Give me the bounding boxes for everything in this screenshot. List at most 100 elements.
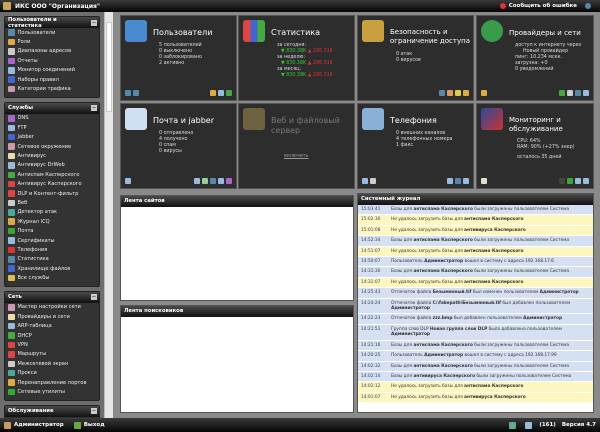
sidebar-item[interactable]: Телефония <box>5 245 99 254</box>
collapse-icon[interactable]: − <box>91 105 97 112</box>
sidebar-item[interactable]: Все службы <box>5 273 99 282</box>
sidebar-item[interactable]: Сертификаты <box>5 236 99 245</box>
journal-row[interactable]: 14:21:16 Базы для антиспама Касперского б… <box>358 340 593 352</box>
sidebar-item[interactable]: Маршруты <box>5 350 99 359</box>
sidebar-item[interactable]: Провайдеры и сети <box>5 312 99 321</box>
section-header[interactable]: Сеть − <box>5 291 99 303</box>
wizard-icon[interactable] <box>481 90 487 96</box>
logout-button[interactable]: Выход <box>84 422 105 428</box>
sidebar-item[interactable]: FTP <box>5 123 99 132</box>
sidebar-item[interactable]: Статистика <box>5 255 99 264</box>
key-icon[interactable] <box>210 90 216 96</box>
list-icon[interactable] <box>447 90 453 96</box>
fax-icon[interactable] <box>370 178 376 184</box>
journal-row[interactable]: 14:31:30 Базы для антиспама Касперского б… <box>358 267 593 278</box>
collapse-icon[interactable]: − <box>91 294 97 301</box>
journal-row[interactable]: 14:52:34 Базы для антиспама Касперского б… <box>358 236 593 247</box>
sidebar-item[interactable]: Категории трафика <box>5 84 99 93</box>
sidebar-item[interactable]: Сетевые утилиты <box>5 387 99 396</box>
block-icon[interactable] <box>455 178 461 184</box>
sidebar-item[interactable]: Сетевое окружение <box>5 142 99 151</box>
tile-users[interactable]: Пользователи 5 пользователей 0 выключено 0… <box>120 15 237 101</box>
tile-web[interactable]: Веб и файловый сервер включить <box>238 103 355 189</box>
section-header[interactable]: Службы − <box>5 102 99 114</box>
tile-statistics[interactable]: Статистика за сегодня: ▼ 830.38K ▲ 286.31… <box>238 15 355 101</box>
sidebar-item[interactable]: Межсетевой экран <box>5 359 99 368</box>
journal-row[interactable]: 14:02:32 Базы для антиспама Касперского б… <box>358 361 593 372</box>
sidebar-item[interactable]: Веб <box>5 198 99 207</box>
help-icon[interactable] <box>585 3 591 9</box>
sidebar-item[interactable]: Наборы правил <box>5 75 99 84</box>
sidebar-item[interactable]: Jabber <box>5 133 99 142</box>
tools-icon[interactable] <box>583 90 589 96</box>
section-header[interactable]: Обслуживание − <box>5 405 99 417</box>
tile-providers[interactable]: Провайдеры и сети доступ к интернету чер… <box>476 15 594 101</box>
sidebar-item[interactable]: Пользователи <box>5 28 99 37</box>
user-add-icon[interactable] <box>125 90 131 96</box>
messages-count[interactable]: (161) <box>539 422 556 428</box>
user-edit-icon[interactable] <box>133 90 139 96</box>
sidebar-item[interactable]: DLP и Контент-фильтр <box>5 189 99 198</box>
trunk-icon[interactable] <box>447 178 453 184</box>
journal-row[interactable]: 14:50:07 Пользователь Администратор вошел… <box>358 257 593 268</box>
tile-phone[interactable]: Телефония 0 внешних каналов 4 телефонных … <box>357 103 474 189</box>
journal-row[interactable]: 14:31:07 Не удалось загрузить базы для ан… <box>358 277 593 289</box>
network-icon[interactable] <box>559 90 565 96</box>
section-header[interactable]: Пользователи и статистика − <box>5 17 99 29</box>
sidebar-scrollbar[interactable] <box>104 12 113 418</box>
journal-row[interactable]: 14:24:24 Отпечаток файла C:\fakepath\Безы… <box>358 298 593 315</box>
sidebar-item[interactable]: Журнал ICQ <box>5 217 99 226</box>
sidebar-item[interactable]: Диапазоны адресов <box>5 47 99 56</box>
tile-monitor[interactable]: Мониторинг и обслуживание CPU: 64% RAM: 9… <box>476 103 594 189</box>
mail-queue-icon[interactable] <box>202 178 208 184</box>
sidebar-item[interactable]: Хранилище файлов <box>5 264 99 273</box>
update-icon[interactable] <box>567 178 573 184</box>
sidebar-item[interactable]: Почта <box>5 226 99 235</box>
journal-row[interactable]: 14:02:12 Не удалось загрузить базы для ан… <box>358 382 593 393</box>
log-icon[interactable] <box>481 178 487 184</box>
journal-row[interactable]: 15:01:08 Не удалось загрузить базы для ан… <box>358 225 593 237</box>
collapse-icon[interactable]: − <box>91 19 97 26</box>
sidebar-item[interactable]: Детектор атак <box>5 208 99 217</box>
journal-row[interactable]: 14:01:07 Не удалось загрузить базы для ан… <box>358 392 593 404</box>
sidebar-item[interactable]: VPN <box>5 340 99 349</box>
sidebar-item[interactable]: DHCP <box>5 331 99 340</box>
journal-row[interactable]: 14:02:14 Базы для антивируса Касперского … <box>358 371 593 383</box>
reboot-icon[interactable] <box>575 178 581 184</box>
firewall-icon[interactable] <box>455 90 461 96</box>
arp-icon[interactable] <box>567 90 573 96</box>
sidebar-item[interactable]: DNS <box>5 114 99 123</box>
sidebar-item[interactable]: Монитор соединений <box>5 66 99 75</box>
mail-send-icon[interactable] <box>194 178 200 184</box>
home-icon[interactable] <box>3 2 11 10</box>
tile-mail[interactable]: Почта и jabber 0 отправлено 4 получено 0 с… <box>120 103 237 189</box>
chat-icon[interactable] <box>218 178 224 184</box>
journal-row[interactable]: 14:22:23 Отпечаток файла zzz.bmp был доба… <box>358 314 593 325</box>
stats-icon[interactable] <box>226 178 232 184</box>
sidebar-item[interactable]: ARP-таблица <box>5 322 99 331</box>
sidebar-item[interactable]: Мастер настройки сети <box>5 303 99 312</box>
sidebar-item[interactable]: Отчеты <box>5 56 99 65</box>
journal-row[interactable]: 15:02:30 Не удалось загрузить базы для ан… <box>358 215 593 226</box>
scrollbar-thumb[interactable] <box>106 22 112 112</box>
journal-row[interactable]: 14:21:51 Группа слов DLP Новая группа сло… <box>358 324 593 341</box>
collapse-icon[interactable]: − <box>91 408 97 415</box>
phone-book-icon[interactable] <box>362 178 368 184</box>
add-icon[interactable] <box>226 90 232 96</box>
backup-icon[interactable] <box>559 178 565 184</box>
sidebar-item[interactable]: Роли <box>5 37 99 46</box>
book-icon[interactable] <box>463 178 469 184</box>
sidebar-item[interactable]: Антивирус DrWeb <box>5 161 99 170</box>
monitor-status-icon[interactable] <box>509 421 517 429</box>
sidebar-item[interactable]: Перенаправление портов <box>5 378 99 387</box>
journal-row[interactable]: 14:25:43 Отпечаток файла Безымянный.tif б… <box>358 288 593 299</box>
report-error-button[interactable]: Сообщить об ошибке <box>499 3 594 9</box>
sidebar-item[interactable]: Прокси <box>5 369 99 378</box>
docs-icon[interactable] <box>583 178 589 184</box>
sidebar-item[interactable]: Антивирус Касперского <box>5 179 99 188</box>
journal-row[interactable]: 14:51:07 Не удалось загрузить базы для ан… <box>358 246 593 258</box>
shield-icon[interactable] <box>439 90 445 96</box>
enable-link[interactable]: включить <box>284 154 308 159</box>
sidebar-item[interactable]: Антивирус <box>5 151 99 160</box>
ports-icon[interactable] <box>575 90 581 96</box>
